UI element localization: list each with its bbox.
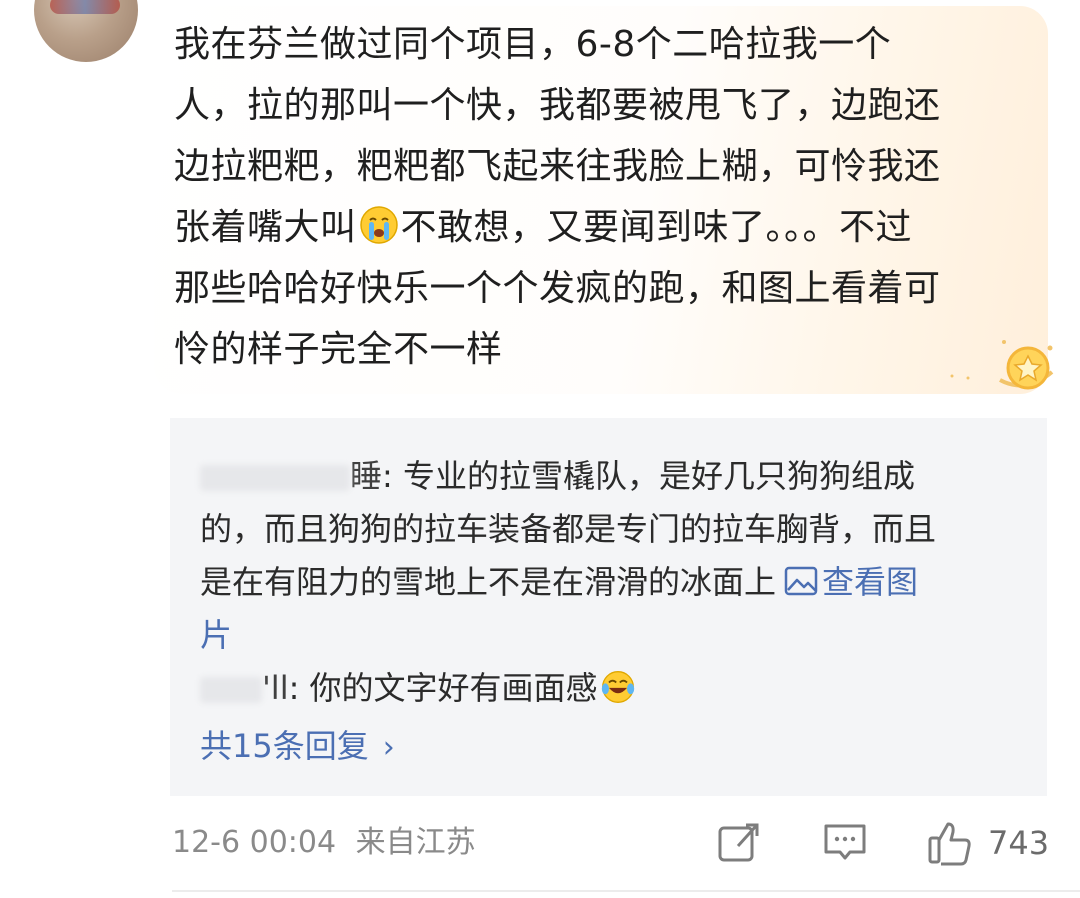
- reply-preview-panel[interactable]: 睡: 专业的拉雪橇队，是好几只狗狗组成 的，而且狗狗的拉车装备都是专门的拉车胸背…: [170, 418, 1047, 796]
- star-badge-icon: [950, 340, 1054, 390]
- location: 来自江苏: [355, 825, 476, 860]
- comment-line: 我在芬兰做过同个项目，6-8个二哈拉我一个: [174, 24, 892, 65]
- comment-line: 边拉粑粑，粑粑都飞起来往我脸上糊，可怜我还: [174, 146, 941, 187]
- avatar-decoration: [50, 0, 120, 14]
- comment-body: 我在芬兰做过同个项目，6-8个二哈拉我一个 人，拉的那叫一个快，我都要被甩飞了，…: [174, 14, 1036, 380]
- reply-text: : 专业的拉雪橇队，是好几只狗狗组成: [382, 457, 915, 495]
- avatar[interactable]: [34, 0, 138, 62]
- reply-author-name-redacted[interactable]: [200, 677, 262, 703]
- comment-text-segment: 张着嘴大叫: [174, 207, 357, 248]
- laughing-crying-face-icon: [601, 671, 634, 703]
- comment-meta: 12-6 00:04 来自江苏: [172, 820, 476, 866]
- view-all-replies-link[interactable]: 共15条回复 ›: [200, 721, 395, 773]
- comment-line: 人，拉的那叫一个快，我都要被甩飞了，边跑还: [174, 85, 941, 126]
- timestamp: 12-6 00:04: [172, 825, 337, 860]
- view-image-label[interactable]: 查看图: [822, 563, 918, 601]
- comment-icon[interactable]: [822, 818, 868, 868]
- comment-line: 那些哈哈好快乐一个个发疯的跑，和图上看着可: [174, 268, 941, 309]
- divider: [172, 890, 1080, 892]
- chevron-right-icon: ›: [382, 730, 395, 765]
- crying-face-icon: [359, 206, 398, 244]
- reply-item[interactable]: 'll: 你的文字好有画面感: [200, 662, 1000, 715]
- reply-text: 的，而且狗狗的拉车装备都是专门的拉车胸背，而且: [200, 510, 937, 548]
- comment-card: 我在芬兰做过同个项目，6-8个二哈拉我一个 人，拉的那叫一个快，我都要被甩飞了，…: [0, 0, 1080, 898]
- reply-text: 是在有阻力的雪地上不是在滑滑的冰面上: [200, 563, 777, 601]
- comment-line: 张着嘴大叫 不敢想，又要闻到味了。。。不过: [174, 197, 1036, 258]
- share-icon[interactable]: [716, 818, 762, 868]
- reply-author-name-redacted[interactable]: [200, 465, 350, 491]
- image-icon: [784, 566, 818, 596]
- thumbs-up-icon[interactable]: [926, 818, 974, 868]
- view-all-replies-label[interactable]: 共15条回复: [200, 727, 369, 765]
- reply-author-name[interactable]: 'll: [262, 669, 289, 707]
- reply-text: : 你的文字好有画面感: [288, 669, 598, 707]
- like-count: 743: [988, 824, 1050, 862]
- reply-item[interactable]: 睡: 专业的拉雪橇队，是好几只狗狗组成 的，而且狗狗的拉车装备都是专门的拉车胸背…: [200, 450, 1000, 662]
- view-image-label-tail[interactable]: 片: [200, 616, 232, 654]
- reply-author-name[interactable]: 睡: [350, 457, 382, 495]
- comment-text-segment: 不敢想，又要闻到味了。。。不过: [400, 207, 913, 248]
- comment-line: 怜的样子完全不一样: [174, 329, 503, 370]
